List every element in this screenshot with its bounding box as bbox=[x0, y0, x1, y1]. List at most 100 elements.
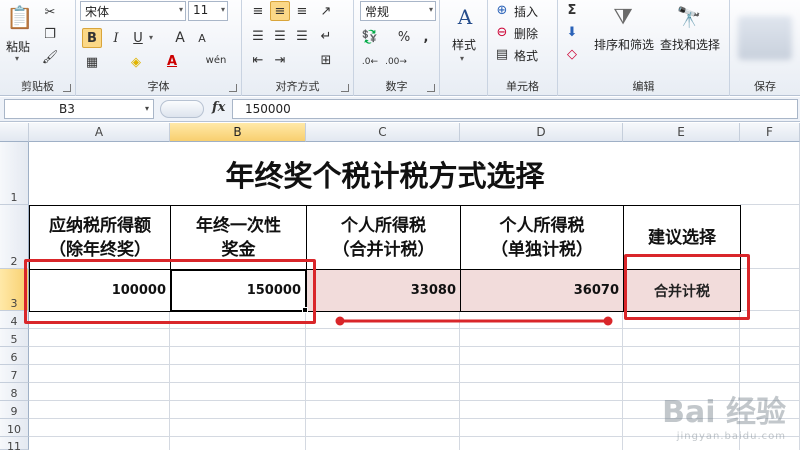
empty-cell[interactable] bbox=[29, 383, 170, 401]
alignment-launcher-icon[interactable] bbox=[341, 84, 349, 92]
copy-icon[interactable]: ❐ bbox=[40, 24, 60, 44]
align-left-icon[interactable]: ☰ bbox=[248, 26, 268, 46]
font-size-dropdown-icon[interactable]: ▾ bbox=[221, 5, 225, 14]
clipboard-launcher-icon[interactable] bbox=[63, 84, 71, 92]
insert-function-button[interactable]: fx bbox=[212, 100, 225, 115]
empty-cell[interactable] bbox=[460, 329, 623, 347]
delete-icon[interactable]: ⊖ bbox=[492, 22, 512, 42]
empty-cell[interactable] bbox=[170, 329, 306, 347]
empty-cell[interactable] bbox=[306, 419, 460, 437]
column-header-b[interactable]: B bbox=[170, 123, 306, 142]
row-header-5[interactable]: 5 bbox=[0, 329, 29, 347]
select-all-corner[interactable] bbox=[0, 123, 29, 142]
autosum-button[interactable]: Σ bbox=[562, 0, 582, 20]
styles-icon[interactable]: A bbox=[452, 4, 478, 30]
decrease-decimal-icon[interactable]: .00→ bbox=[385, 52, 407, 72]
cut-icon[interactable]: ✂ bbox=[40, 2, 60, 22]
empty-cell[interactable] bbox=[306, 401, 460, 419]
paste-dropdown-icon[interactable]: ▾ bbox=[15, 54, 19, 63]
name-box[interactable]: B3 ▾ bbox=[4, 99, 154, 119]
empty-cell[interactable] bbox=[460, 347, 623, 365]
empty-cell[interactable] bbox=[170, 365, 306, 383]
align-top-icon[interactable]: ≡ bbox=[248, 1, 268, 21]
table-title[interactable]: 年终奖个税计税方式选择 bbox=[30, 143, 740, 205]
increase-decimal-icon[interactable]: .0← bbox=[360, 52, 380, 72]
empty-cell[interactable] bbox=[460, 365, 623, 383]
currency-icon[interactable]: 💱 bbox=[360, 27, 380, 47]
font-launcher-icon[interactable] bbox=[229, 84, 237, 92]
empty-cell[interactable] bbox=[170, 347, 306, 365]
column-header-a[interactable]: A bbox=[29, 123, 170, 142]
bold-button[interactable]: B bbox=[82, 28, 102, 48]
empty-cell[interactable] bbox=[740, 142, 800, 205]
empty-cell[interactable] bbox=[29, 329, 170, 347]
format-cells-icon[interactable]: ▤ bbox=[492, 44, 512, 64]
styles-dropdown-icon[interactable]: ▾ bbox=[460, 54, 464, 63]
number-launcher-icon[interactable] bbox=[427, 84, 435, 92]
empty-cell[interactable] bbox=[29, 419, 170, 437]
comma-button[interactable]: , bbox=[416, 27, 436, 47]
merge-center-icon[interactable]: ⊞ bbox=[316, 50, 336, 70]
phonetic-guide-button[interactable]: wén bbox=[202, 50, 230, 70]
empty-cell[interactable] bbox=[460, 419, 623, 437]
font-color-button[interactable]: A bbox=[162, 51, 182, 71]
font-name-dropdown-icon[interactable]: ▾ bbox=[179, 5, 183, 14]
orientation-icon[interactable]: ↗ bbox=[316, 1, 336, 21]
empty-cell[interactable] bbox=[623, 365, 740, 383]
align-center-icon[interactable]: ☰ bbox=[270, 26, 290, 46]
sort-filter-icon[interactable]: ⧩ bbox=[608, 2, 638, 32]
empty-cell[interactable] bbox=[460, 383, 623, 401]
paste-button[interactable]: 粘贴 bbox=[6, 38, 30, 55]
styles-button[interactable]: 样式 bbox=[452, 36, 476, 53]
align-middle-icon[interactable]: ≡ bbox=[270, 1, 290, 21]
header-separate-tax[interactable]: 个人所得税 （单独计税） bbox=[460, 205, 624, 270]
empty-cell[interactable] bbox=[306, 365, 460, 383]
column-header-e[interactable]: E bbox=[623, 123, 740, 142]
increase-indent-icon[interactable]: ⇥ bbox=[270, 50, 290, 70]
column-header-c[interactable]: C bbox=[306, 123, 460, 142]
align-right-icon[interactable]: ☰ bbox=[292, 26, 312, 46]
number-format-dropdown-icon[interactable]: ▾ bbox=[429, 5, 433, 14]
value-separate-tax[interactable]: 36070 bbox=[460, 269, 624, 312]
empty-cell[interactable] bbox=[170, 419, 306, 437]
value-combined-tax[interactable]: 33080 bbox=[306, 269, 461, 312]
empty-cell[interactable] bbox=[740, 347, 800, 365]
fill-color-icon[interactable]: ◈ bbox=[126, 52, 146, 72]
font-name-combo[interactable]: 宋体 ▾ bbox=[80, 1, 186, 21]
insert-button[interactable]: 插入 bbox=[514, 3, 538, 20]
empty-cell[interactable] bbox=[460, 401, 623, 419]
paste-icon[interactable]: 📋 bbox=[6, 2, 34, 34]
row-header-10[interactable]: 10 bbox=[0, 419, 29, 437]
empty-cell[interactable] bbox=[460, 437, 623, 450]
empty-cell[interactable] bbox=[170, 401, 306, 419]
find-select-icon[interactable]: 🔭 bbox=[674, 2, 704, 32]
column-header-f[interactable]: F bbox=[740, 123, 800, 142]
format-button[interactable]: 格式 bbox=[514, 47, 538, 64]
fill-icon[interactable]: ⬇ bbox=[562, 22, 582, 42]
empty-cell[interactable] bbox=[170, 383, 306, 401]
clear-icon[interactable]: ◇ bbox=[562, 44, 582, 64]
empty-cell[interactable] bbox=[306, 329, 460, 347]
row-header-11[interactable]: 11 bbox=[0, 437, 29, 450]
formula-input[interactable]: 150000 bbox=[232, 99, 798, 119]
decrease-indent-icon[interactable]: ⇤ bbox=[248, 50, 268, 70]
underline-dropdown-icon[interactable]: ▾ bbox=[149, 33, 153, 42]
percent-button[interactable]: % bbox=[394, 27, 414, 47]
empty-cell[interactable] bbox=[740, 365, 800, 383]
shrink-font-button[interactable]: A bbox=[192, 28, 212, 48]
empty-cell[interactable] bbox=[29, 437, 170, 450]
row-header-1[interactable]: 1 bbox=[0, 142, 29, 205]
number-format-combo[interactable]: 常规 ▾ bbox=[360, 1, 436, 21]
header-combined-tax[interactable]: 个人所得税 （合并计税） bbox=[306, 205, 461, 270]
row-header-7[interactable]: 7 bbox=[0, 365, 29, 383]
save-icon[interactable] bbox=[738, 16, 792, 60]
empty-cell[interactable] bbox=[623, 347, 740, 365]
font-size-combo[interactable]: 11 ▾ bbox=[188, 1, 228, 21]
find-select-button[interactable]: 查找和选择 bbox=[660, 36, 720, 53]
row-header-8[interactable]: 8 bbox=[0, 383, 29, 401]
column-header-d[interactable]: D bbox=[460, 123, 623, 142]
row-header-9[interactable]: 9 bbox=[0, 401, 29, 419]
delete-button[interactable]: 删除 bbox=[514, 25, 538, 42]
empty-cell[interactable] bbox=[29, 365, 170, 383]
empty-cell[interactable] bbox=[306, 437, 460, 450]
